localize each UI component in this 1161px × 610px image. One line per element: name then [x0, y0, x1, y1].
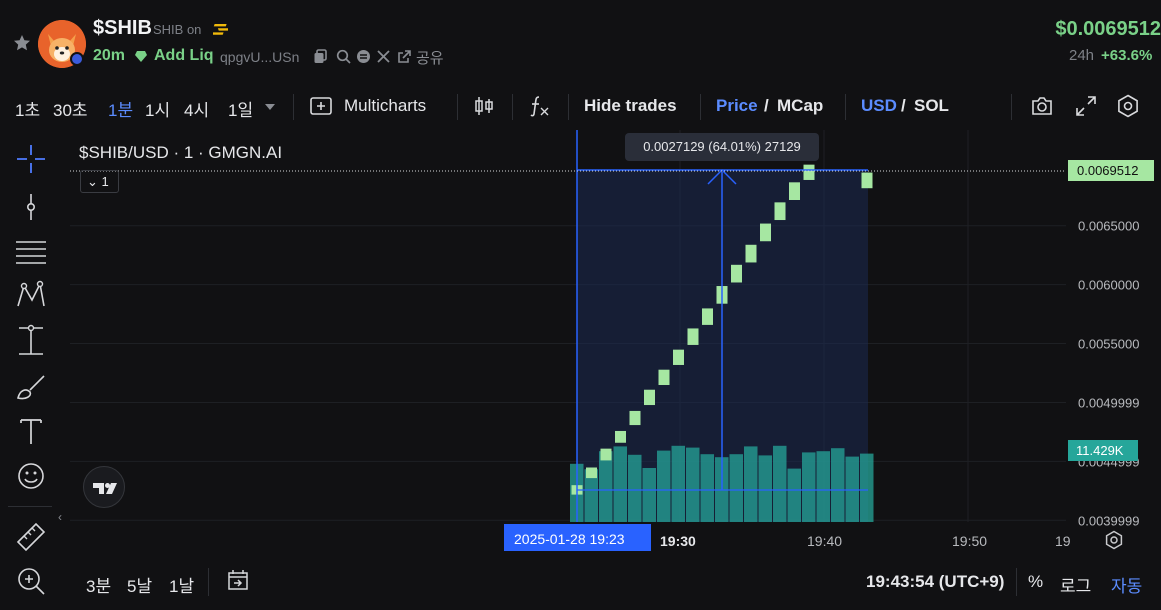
candle: [803, 164, 815, 180]
trend-line-icon[interactable]: [14, 190, 48, 224]
candle: [702, 308, 713, 325]
volume-bar: [802, 452, 816, 522]
log-toggle[interactable]: 로그: [1060, 572, 1091, 597]
volume-bar: [860, 453, 874, 522]
axis-settings-icon[interactable]: [1104, 530, 1124, 550]
candle: [629, 410, 641, 426]
y-tick-label: 0.0049999: [1078, 395, 1139, 410]
candle: [658, 369, 670, 386]
clock-time[interactable]: 19:43:54 (UTC+9): [866, 572, 1004, 592]
ruler-icon[interactable]: [14, 518, 48, 552]
pattern-icon[interactable]: [14, 278, 48, 312]
candle: [789, 182, 800, 200]
candle: [731, 264, 742, 283]
volume-bar: [773, 445, 787, 522]
volume-bar: [831, 448, 845, 522]
volume-bar: [686, 447, 700, 522]
measure-tooltip: 0.0027129 (64.01%) 27129: [625, 133, 819, 161]
volume-bar: [845, 456, 859, 522]
zoom-in-icon[interactable]: [14, 564, 48, 598]
last-volume-tag: 11.429K: [1068, 440, 1138, 461]
candle: [861, 172, 873, 189]
y-axis: 0.0065000 0.0060000 0.0055000 0.0049999 0.00…: [1078, 219, 1139, 529]
last-price-tag: 0.0069512: [1068, 160, 1154, 181]
fib-lines-icon[interactable]: [14, 234, 48, 268]
brush-icon[interactable]: [14, 370, 48, 404]
chart-legend-title: $SHIB/USD · 1 · GMGN.AI: [79, 143, 283, 162]
candle: [673, 349, 684, 365]
rail-divider: [8, 506, 52, 507]
legend-collapse-button[interactable]: ⌄ 1: [80, 170, 119, 193]
bottom-divider: [1016, 568, 1017, 596]
bottom-divider: [208, 568, 209, 596]
crosshair-icon[interactable]: [14, 142, 48, 176]
x-tick-label: 19:50: [952, 533, 988, 549]
y-tick-label: 0.0039999: [1078, 513, 1139, 528]
volume-bar: [657, 450, 671, 522]
x-tick-label: 19:30: [660, 533, 696, 549]
chart-grid: [70, 130, 1066, 522]
volume-bar: [816, 451, 830, 522]
x-tick-label: 19: [1055, 533, 1071, 549]
bottom-bar: 3분 5날 1날 19:43:54 (UTC+9) % 로그 자동: [62, 560, 1161, 606]
go-to-date-icon[interactable]: [226, 568, 250, 592]
price-chart[interactable]: 0.0065000 0.0060000 0.0055000 0.0049999 0.00…: [0, 0, 1161, 610]
range-5d[interactable]: 5날: [127, 572, 152, 597]
measure-ruler-icon[interactable]: [14, 324, 48, 358]
candle: [586, 467, 597, 479]
volume-bar: [758, 455, 772, 522]
auto-scale-toggle[interactable]: 자동: [1111, 572, 1142, 597]
candle: [774, 202, 786, 221]
collapse-rail-icon[interactable]: ‹: [58, 510, 62, 524]
text-tool-icon[interactable]: [14, 414, 48, 448]
volume-bar: [744, 446, 758, 522]
y-tick-label: 0.0055000: [1078, 337, 1139, 352]
legend-interval: 1: [101, 174, 109, 189]
volume-bar: [599, 451, 613, 522]
percent-toggle[interactable]: %: [1028, 572, 1043, 592]
range-1d[interactable]: 1날: [169, 572, 194, 597]
range-3m[interactable]: 3분: [86, 572, 111, 597]
volume-bar: [613, 446, 627, 522]
candle: [644, 389, 655, 406]
volume-bar: [700, 454, 714, 522]
tradingview-logo-icon[interactable]: [83, 466, 125, 508]
drawing-tools-rail: ‹: [0, 132, 62, 610]
emoji-icon[interactable]: [14, 459, 48, 493]
candle: [687, 328, 699, 345]
volume-bar: [628, 454, 642, 522]
candle: [615, 430, 626, 443]
y-tick-label: 0.0060000: [1078, 278, 1139, 293]
volume-bar: [729, 454, 743, 522]
crosshair-date-tag: 2025-01-28 19:23: [504, 524, 651, 551]
volume-bar: [642, 468, 656, 522]
candle: [760, 223, 771, 242]
candle: [600, 448, 612, 461]
volume-bar: [671, 445, 685, 522]
volume-bar: [787, 468, 801, 522]
candle: [745, 244, 757, 263]
y-tick-label: 0.0065000: [1078, 219, 1139, 234]
x-tick-label: 19:40: [807, 533, 843, 549]
